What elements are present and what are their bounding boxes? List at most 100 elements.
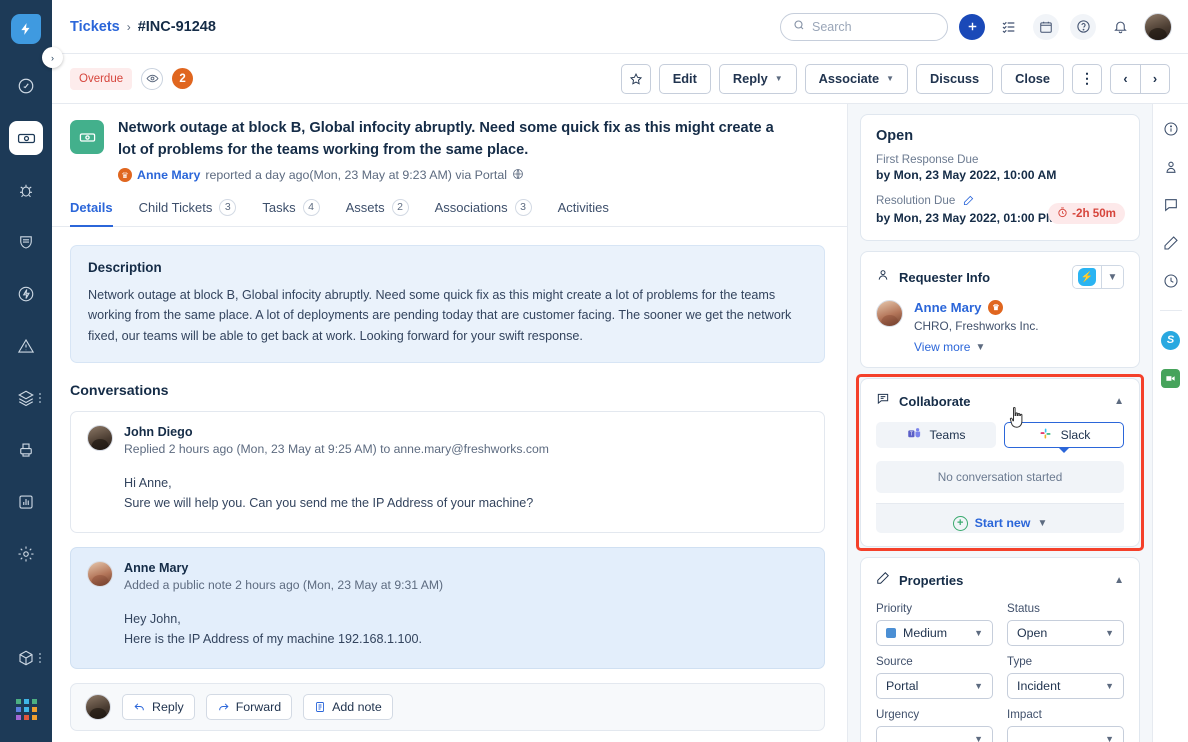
reply-action-button[interactable]: Reply	[122, 693, 195, 720]
marketplace-overflow-dots[interactable]	[39, 653, 41, 663]
resolution-due-label-text: Resolution Due	[876, 194, 956, 207]
contact-person-icon[interactable]	[1160, 156, 1182, 178]
plus-circle-icon: +	[952, 515, 968, 531]
tab-tasks[interactable]: Tasks 4	[262, 198, 320, 227]
conversation-line-2: Here is the IP Address of my machine 192…	[124, 632, 422, 647]
tab-assets[interactable]: Assets 2	[345, 198, 409, 227]
sidebar-expand-chevron-icon[interactable]: ›	[42, 47, 63, 68]
sidebar-item-alerts[interactable]	[9, 329, 43, 363]
field-impact: Impact ▼	[1007, 708, 1124, 742]
next-ticket-button[interactable]: ›	[1140, 63, 1170, 94]
calendar-icon[interactable]	[1033, 13, 1059, 40]
field-priority: Priority Medium ▼	[876, 602, 993, 646]
tab-tasks-label: Tasks	[262, 199, 296, 215]
ticket-action-bar: Overdue 2 Edit Reply ▼ Associate ▼ Discu…	[52, 54, 1188, 104]
tab-assets-label: Assets	[345, 199, 385, 215]
profile-avatar[interactable]	[1144, 12, 1172, 41]
slack-icon	[1038, 426, 1053, 444]
forward-action-label: Forward	[235, 699, 282, 714]
first-response-block: First Response Due by Mon, 23 May 2022, …	[876, 153, 1124, 182]
add-note-action-label: Add note	[332, 699, 382, 714]
impact-select[interactable]: ▼	[1007, 726, 1124, 742]
app-logo[interactable]	[11, 14, 41, 44]
edit-button[interactable]: Edit	[658, 63, 711, 94]
add-note-action-button[interactable]: Add note	[303, 693, 393, 720]
sidebar-item-changes[interactable]	[9, 225, 43, 259]
sidebar-overflow-dots[interactable]	[39, 393, 41, 403]
forward-arrow-icon	[217, 700, 230, 713]
close-button-label: Close	[1015, 71, 1050, 86]
history-clock-icon[interactable]	[1160, 270, 1182, 292]
chevron-left-icon: ‹	[1123, 71, 1128, 86]
sidebar-item-marketplace[interactable]	[9, 641, 43, 675]
chevron-up-icon[interactable]: ▲	[1114, 396, 1124, 407]
sidebar-item-releases[interactable]	[9, 277, 43, 311]
avatar	[876, 300, 903, 327]
mouse-cursor	[1007, 406, 1027, 435]
tab-activities[interactable]: Activities	[558, 199, 609, 227]
search-box[interactable]	[780, 12, 948, 41]
bell-icon[interactable]	[1107, 14, 1133, 40]
add-new-button[interactable]	[959, 13, 985, 40]
collaborate-title: Collaborate	[899, 394, 971, 409]
properties-fields: Priority Medium ▼ Status Open ▼ Source P…	[876, 602, 1124, 742]
pencil-icon[interactable]	[1160, 232, 1182, 254]
forward-action-button[interactable]: Forward	[205, 693, 293, 720]
sidebar-item-problems[interactable]	[9, 173, 43, 207]
chevron-down-icon: ▼	[1037, 517, 1048, 529]
status-select[interactable]: Open ▼	[1007, 620, 1124, 646]
ticket-nav-group: ‹ ›	[1110, 63, 1170, 94]
urgency-select[interactable]: ▼	[876, 726, 993, 742]
type-select[interactable]: Incident ▼	[1007, 673, 1124, 699]
requester-name[interactable]: Anne Mary ♛	[914, 300, 1039, 315]
discuss-button[interactable]: Discuss	[916, 63, 994, 94]
view-more-link[interactable]: View more ▼	[914, 340, 1039, 354]
info-icon[interactable]	[1160, 118, 1182, 140]
tab-tasks-count: 4	[302, 198, 320, 216]
freddy-ai-icon[interactable]: ⚡	[1073, 266, 1101, 288]
chevron-down-icon: ▼	[974, 681, 983, 691]
reporter-link[interactable]: Anne Mary	[137, 168, 200, 182]
chevron-down-icon[interactable]: ▼	[1101, 266, 1123, 288]
tab-child-tickets[interactable]: Child Tickets 3	[139, 198, 237, 227]
source-select[interactable]: Portal ▼	[876, 673, 993, 699]
sidebar-item-analytics[interactable]	[9, 485, 43, 519]
reply-button[interactable]: Reply ▼	[718, 63, 797, 94]
conversation-item: Anne Mary Added a public note 2 hours ag…	[70, 546, 825, 669]
more-options-button[interactable]: ⋮	[1072, 63, 1102, 94]
previous-ticket-button[interactable]: ‹	[1110, 63, 1140, 94]
breadcrumb-tickets-link[interactable]: Tickets	[70, 19, 120, 35]
collaborate-tab-teams[interactable]: T Teams	[876, 422, 996, 448]
conversation-line-1: Hi Anne,	[124, 475, 172, 490]
conversations-heading: Conversations	[70, 382, 169, 399]
video-call-icon[interactable]	[1160, 367, 1182, 389]
breadcrumb-current: #INC-91248	[137, 18, 216, 35]
pencil-icon[interactable]	[963, 195, 974, 209]
sidebar-item-assets[interactable]	[9, 381, 43, 415]
reply-button-label: Reply	[732, 71, 768, 86]
sidebar-item-solutions[interactable]	[9, 433, 43, 467]
associate-button[interactable]: Associate ▼	[804, 63, 909, 94]
chat-bubble-icon[interactable]	[1160, 194, 1182, 216]
search-input[interactable]	[812, 19, 935, 34]
help-circle-icon[interactable]	[1070, 13, 1096, 40]
favorite-star-button[interactable]	[620, 63, 651, 94]
chevron-up-icon[interactable]: ▲	[1114, 575, 1124, 586]
sidebar-item-dashboard[interactable]	[9, 69, 43, 103]
freddy-ai-toggle[interactable]: ⚡ ▼	[1072, 265, 1124, 289]
tasks-list-icon[interactable]	[996, 14, 1022, 40]
sidebar-item-admin[interactable]	[9, 537, 43, 571]
first-response-value: by Mon, 23 May 2022, 10:00 AM	[876, 168, 1057, 182]
avatar	[85, 693, 111, 720]
eye-icon[interactable]	[141, 67, 164, 90]
close-button[interactable]: Close	[1001, 63, 1064, 94]
sidebar-item-tickets[interactable]	[9, 121, 43, 155]
skype-icon[interactable]: S	[1160, 329, 1182, 351]
tab-details[interactable]: Details	[70, 199, 113, 227]
field-urgency-label: Urgency	[876, 708, 920, 721]
priority-select[interactable]: Medium ▼	[876, 620, 993, 646]
tab-associations[interactable]: Associations 3	[435, 198, 532, 227]
priority-color-swatch	[886, 628, 896, 638]
start-new-conversation-button[interactable]: + Start new ▼	[876, 503, 1124, 533]
app-switcher-grid-icon[interactable]	[15, 699, 37, 720]
